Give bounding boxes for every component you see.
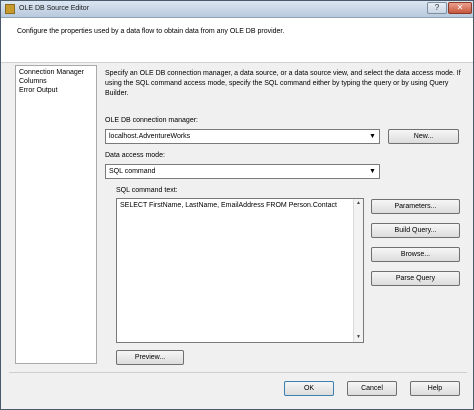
browse-button[interactable]: Browse... bbox=[371, 247, 460, 262]
parameters-button[interactable]: Parameters... bbox=[371, 199, 460, 214]
ole-db-source-editor-window: OLE DB Source Editor ? ✕ Configure the p… bbox=[0, 0, 474, 410]
data-access-mode-label: Data access mode: bbox=[105, 152, 165, 159]
sql-command-textarea[interactable]: SELECT FirstName, LastName, EmailAddress… bbox=[116, 198, 364, 343]
cancel-button[interactable]: Cancel bbox=[347, 381, 397, 396]
chevron-down-icon[interactable]: ▼ bbox=[367, 166, 378, 177]
help-title-button[interactable]: ? bbox=[427, 2, 447, 14]
data-access-mode-value: SQL command bbox=[109, 168, 156, 175]
parse-query-button[interactable]: Parse Query bbox=[371, 271, 460, 286]
vertical-scrollbar[interactable]: ▲ ▼ bbox=[353, 199, 363, 342]
nav-item-connection-manager[interactable]: Connection Manager bbox=[19, 69, 84, 76]
window-title: OLE DB Source Editor bbox=[19, 5, 90, 12]
help-button[interactable]: Help bbox=[410, 381, 460, 396]
sql-command-label: SQL command text: bbox=[116, 187, 178, 194]
main-description: Specify an OLE DB connection manager, a … bbox=[105, 70, 461, 97]
close-button[interactable]: ✕ bbox=[448, 2, 472, 14]
header-description: Configure the properties used by a data … bbox=[17, 28, 285, 35]
connection-manager-select[interactable]: localhost.AdventureWorks ▼ bbox=[105, 129, 380, 144]
data-access-mode-select[interactable]: SQL command ▼ bbox=[105, 164, 380, 179]
app-icon bbox=[5, 4, 15, 14]
ok-button[interactable]: OK bbox=[284, 381, 334, 396]
nav-item-columns[interactable]: Columns bbox=[19, 78, 47, 85]
new-connection-button[interactable]: New... bbox=[388, 129, 459, 144]
connection-manager-value: localhost.AdventureWorks bbox=[109, 133, 191, 140]
navigation-panel: Connection Manager Columns Error Output bbox=[15, 65, 97, 364]
header-description-area: Configure the properties used by a data … bbox=[1, 18, 473, 63]
nav-item-error-output[interactable]: Error Output bbox=[19, 87, 58, 94]
footer-divider bbox=[9, 372, 467, 373]
chevron-down-icon[interactable]: ▼ bbox=[367, 131, 378, 142]
scroll-down-icon[interactable]: ▼ bbox=[354, 333, 363, 342]
scroll-up-icon[interactable]: ▲ bbox=[354, 199, 363, 208]
build-query-button[interactable]: Build Query... bbox=[371, 223, 460, 238]
connection-manager-label: OLE DB connection manager: bbox=[105, 117, 198, 124]
title-bar: OLE DB Source Editor ? ✕ bbox=[1, 1, 473, 18]
sql-command-text[interactable]: SELECT FirstName, LastName, EmailAddress… bbox=[120, 202, 337, 209]
preview-button[interactable]: Preview... bbox=[116, 350, 184, 365]
